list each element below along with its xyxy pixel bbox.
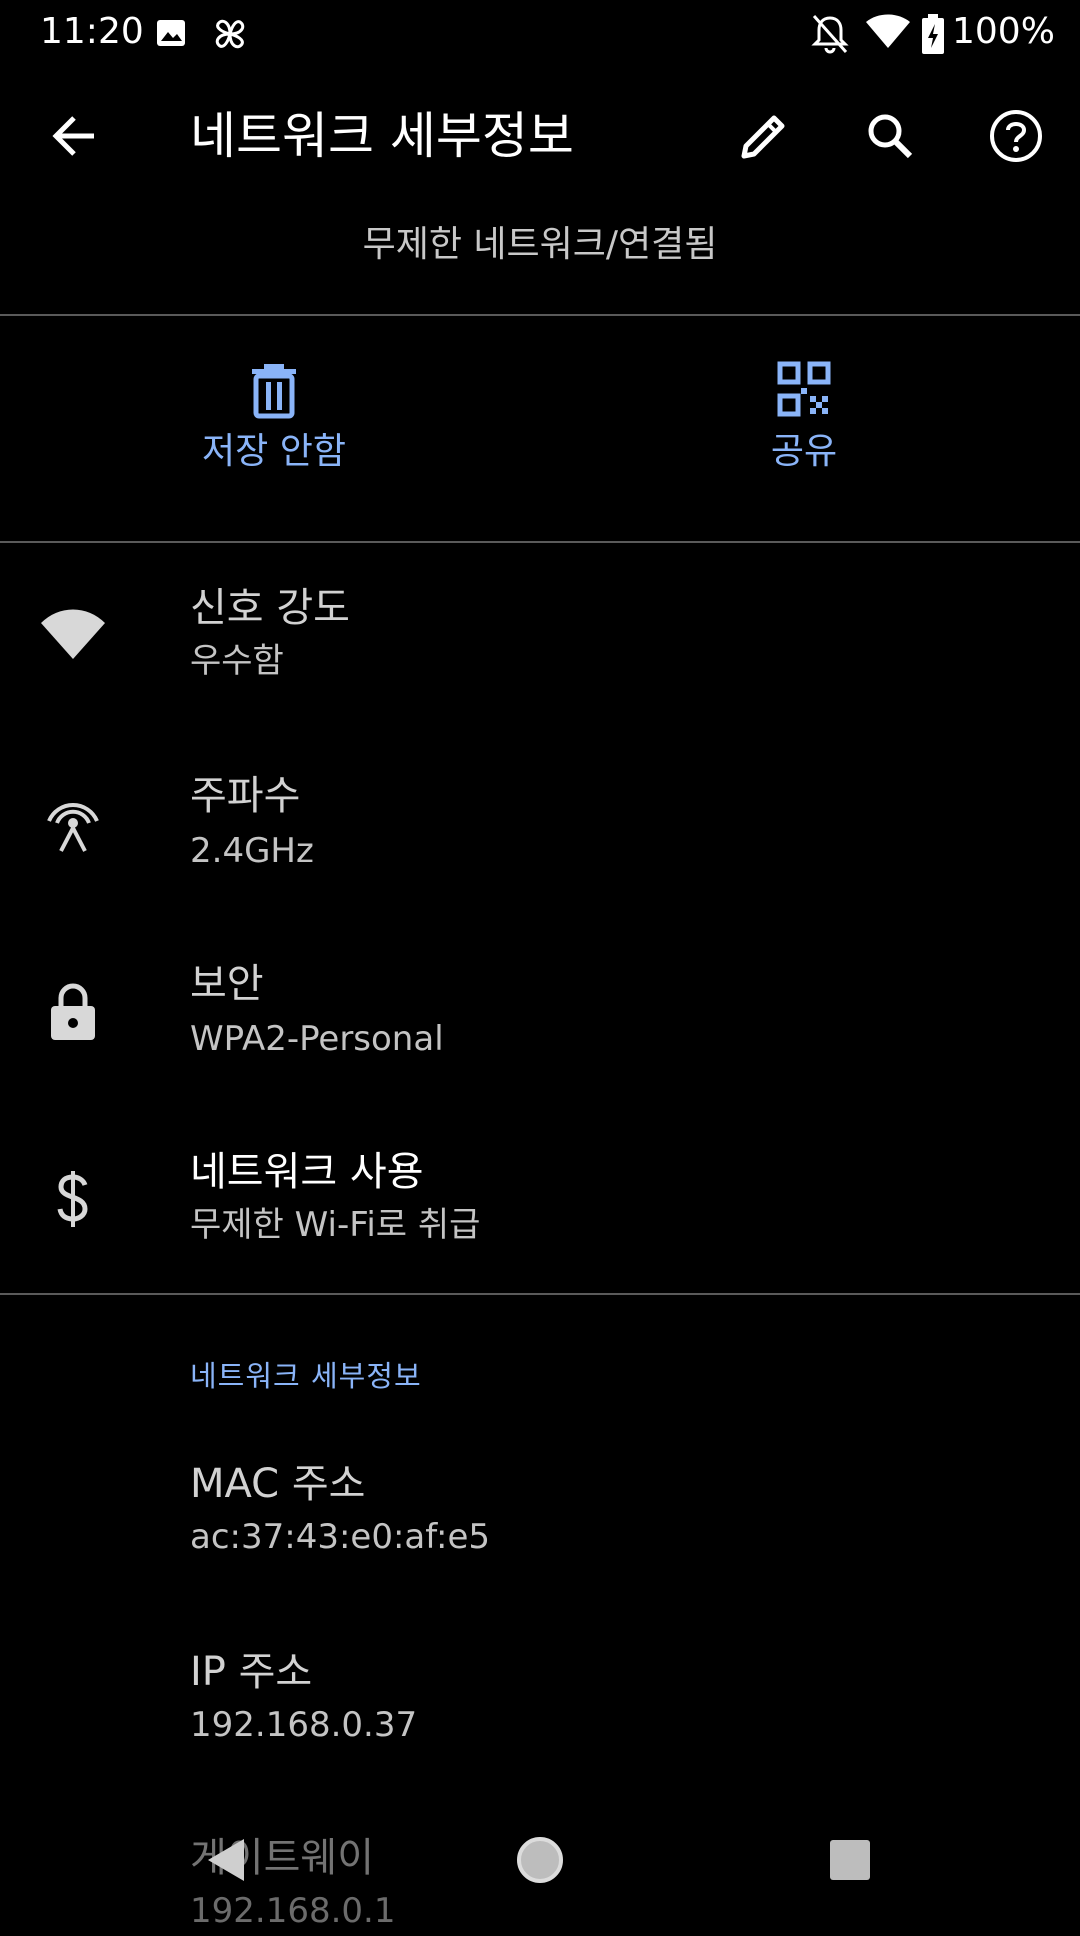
section-header: 네트워크 세부정보	[190, 1359, 422, 1393]
battery-percentage: 100%	[952, 11, 1055, 52]
notifications-off-icon	[810, 12, 850, 60]
row-title: 보안	[190, 961, 264, 1007]
nav-recents-icon[interactable]	[818, 1828, 882, 1892]
divider	[0, 541, 1080, 543]
row-value: 2.4GHz	[190, 831, 314, 871]
lock-icon	[36, 974, 110, 1048]
nav-back-icon[interactable]	[194, 1828, 258, 1892]
image-icon	[155, 12, 187, 56]
back-arrow-icon[interactable]	[38, 100, 110, 172]
status-time: 11:20	[40, 11, 144, 52]
help-icon[interactable]	[980, 100, 1052, 172]
row-title: MAC 주소	[190, 1461, 366, 1507]
dollar-icon	[36, 1162, 110, 1236]
row-value: 192.168.0.37	[190, 1705, 418, 1745]
divider	[0, 314, 1080, 316]
row-value: 무제한 Wi-Fi로 취급	[190, 1205, 481, 1245]
share-button-label: 공유	[770, 431, 838, 472]
page-title: 네트워크 세부정보	[190, 107, 574, 165]
row-value: WPA2-Personal	[190, 1019, 444, 1059]
antenna-icon	[36, 786, 110, 860]
forget-button-label: 저장 안함	[202, 431, 346, 472]
row-title: IP 주소	[190, 1649, 313, 1695]
share-button[interactable]: 공유	[624, 360, 984, 510]
pinwheel-icon	[208, 12, 252, 60]
qr-code-icon	[774, 360, 834, 420]
row-value: 우수함	[190, 641, 284, 681]
forget-button[interactable]: 저장 안함	[94, 360, 454, 510]
row-value: ac:37:43:e0:af:e5	[190, 1517, 491, 1557]
wifi-icon	[864, 12, 912, 56]
trash-icon	[244, 360, 304, 420]
battery-charging-icon	[920, 12, 946, 60]
row-title: 주파수	[190, 773, 301, 819]
search-icon[interactable]	[854, 100, 926, 172]
divider	[0, 1293, 1080, 1295]
row-title: 신호 강도	[190, 585, 350, 631]
connection-status: 무제한 네트워크/연결됨	[362, 224, 718, 265]
wifi-signal-icon	[36, 598, 110, 672]
edit-pencil-icon[interactable]	[728, 100, 800, 172]
nav-home-icon[interactable]	[508, 1828, 572, 1892]
navigation-bar	[0, 1800, 1080, 1920]
row-title: 네트워크 사용	[190, 1149, 424, 1195]
